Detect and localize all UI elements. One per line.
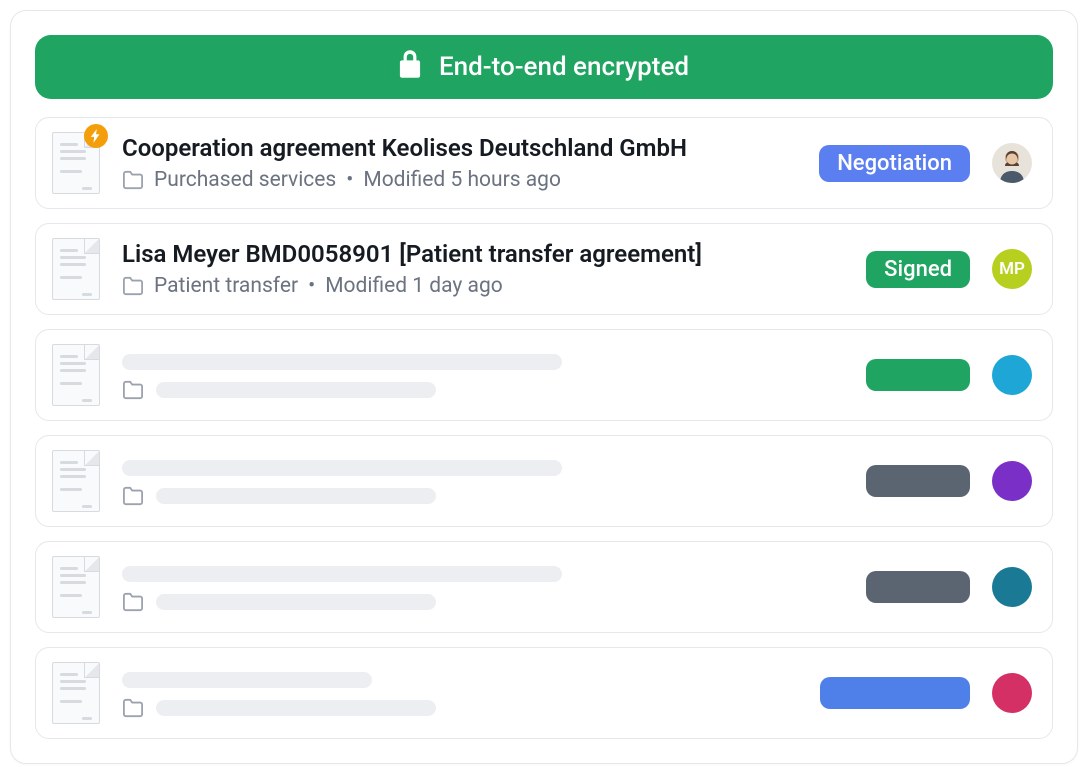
document-row-skeleton: [35, 329, 1053, 421]
folder-icon: [122, 486, 144, 506]
document-meta: Purchased services • Modified 5 hours ag…: [122, 168, 797, 192]
skeleton-avatar: [992, 355, 1032, 395]
skeleton-avatar: [992, 673, 1032, 713]
skeleton-meta-bar: [156, 382, 436, 398]
skeleton-status-badge: [866, 359, 970, 391]
skeleton-title: [122, 460, 562, 476]
document-icon: [52, 238, 100, 300]
skeleton-info: [122, 668, 798, 718]
skeleton-meta: [122, 486, 844, 506]
skeleton-info: [122, 456, 844, 506]
document-icon: [52, 132, 100, 194]
modified-time: Modified 1 day ago: [325, 274, 503, 298]
skeleton-title: [122, 354, 562, 370]
bolt-badge-icon: [84, 124, 108, 148]
meta-separator: •: [308, 274, 315, 298]
skeleton-avatar: [992, 567, 1032, 607]
encryption-banner-text: End-to-end encrypted: [439, 52, 689, 82]
modified-time: Modified 5 hours ago: [363, 168, 561, 192]
meta-separator: •: [346, 168, 353, 192]
skeleton-title: [122, 566, 562, 582]
skeleton-meta: [122, 698, 798, 718]
status-badge: Negotiation: [819, 145, 970, 182]
skeleton-status-badge: [820, 677, 970, 709]
skeleton-meta: [122, 380, 844, 400]
lock-icon: [399, 50, 421, 85]
document-info: Cooperation agreement Keolises Deutschla…: [122, 134, 797, 193]
folder-icon: [122, 592, 144, 612]
document-row-skeleton: [35, 435, 1053, 527]
document-row-skeleton: [35, 541, 1053, 633]
avatar: MP: [992, 249, 1032, 289]
document-row[interactable]: Cooperation agreement Keolises Deutschla…: [35, 117, 1053, 209]
folder-icon: [122, 170, 144, 190]
avatar: [992, 143, 1032, 183]
document-row-skeleton: [35, 647, 1053, 739]
folder-icon: [122, 698, 144, 718]
folder-name: Purchased services: [154, 168, 336, 192]
document-icon: [52, 556, 100, 618]
skeleton-info: [122, 350, 844, 400]
folder-icon: [122, 380, 144, 400]
document-title: Cooperation agreement Keolises Deutschla…: [122, 134, 797, 163]
document-list-panel: End-to-end encrypted Cooperation agreeme…: [10, 10, 1078, 764]
document-row[interactable]: Lisa Meyer BMD0058901 [Patient transfer …: [35, 223, 1053, 315]
document-meta: Patient transfer • Modified 1 day ago: [122, 274, 844, 298]
status-badge: Signed: [866, 251, 970, 288]
document-info: Lisa Meyer BMD0058901 [Patient transfer …: [122, 240, 844, 299]
encryption-banner: End-to-end encrypted: [35, 35, 1053, 99]
skeleton-avatar: [992, 461, 1032, 501]
skeleton-meta-bar: [156, 488, 436, 504]
skeleton-title: [122, 672, 372, 688]
folder-name: Patient transfer: [154, 274, 298, 298]
document-icon: [52, 450, 100, 512]
document-icon: [52, 344, 100, 406]
skeleton-meta-bar: [156, 594, 436, 610]
document-list: Cooperation agreement Keolises Deutschla…: [35, 117, 1053, 739]
skeleton-info: [122, 562, 844, 612]
folder-icon: [122, 276, 144, 296]
skeleton-meta-bar: [156, 700, 436, 716]
skeleton-meta: [122, 592, 844, 612]
document-icon: [52, 662, 100, 724]
skeleton-status-badge: [866, 465, 970, 497]
document-title: Lisa Meyer BMD0058901 [Patient transfer …: [122, 240, 844, 269]
skeleton-status-badge: [866, 571, 970, 603]
